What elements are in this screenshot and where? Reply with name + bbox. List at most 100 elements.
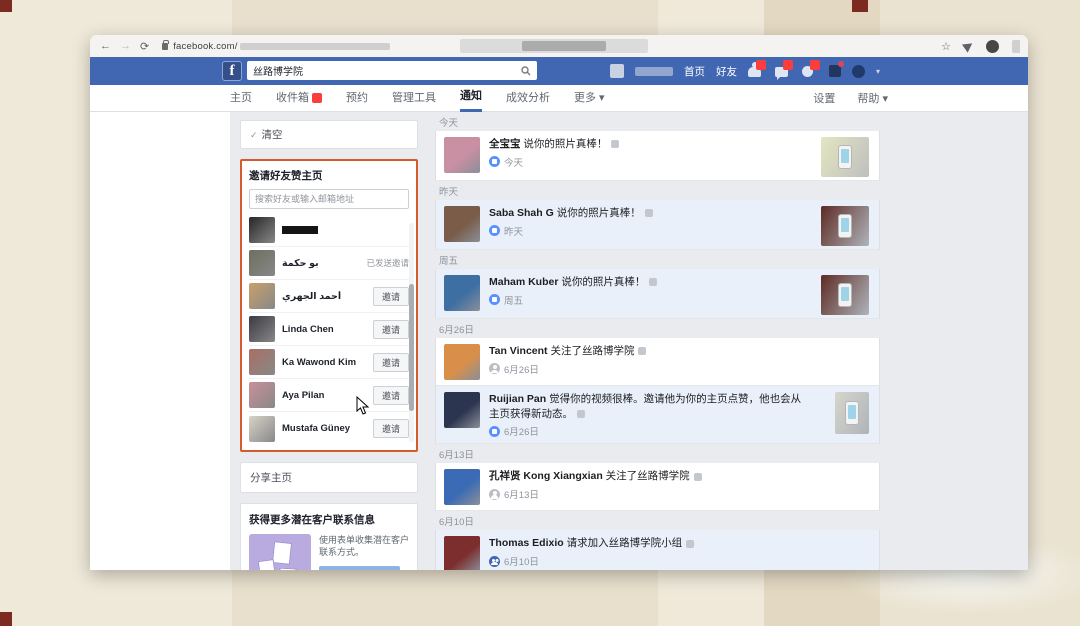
notification-item[interactable]: Maham Kuber 说你的照片真棒！周五	[435, 269, 880, 319]
notification-group: 6月10日Thomas Edixio 请求加入丝路博学院小组6月10日	[435, 511, 880, 570]
tab-收件箱[interactable]: 收件箱	[276, 85, 322, 112]
sidebar: ✓清空 邀请好友赞主页 بو حكمة已发送邀请أحمد الجهري邀请Lin…	[230, 112, 428, 570]
profile-avatar[interactable]	[610, 64, 624, 78]
scrollbar[interactable]	[409, 223, 414, 442]
tab-管理工具[interactable]: 管理工具	[392, 85, 436, 112]
notification-body: Maham Kuber 说你的照片真棒！周五	[489, 275, 871, 313]
notification-item[interactable]: 全宝宝 说你的照片真棒！ 今天	[435, 131, 880, 181]
blurred-profile-name[interactable]	[635, 67, 673, 76]
corner-mark	[0, 0, 12, 12]
thumbs-up-icon	[489, 225, 500, 236]
timestamp: 今天	[504, 155, 523, 169]
scrollbar-thumb[interactable]	[409, 284, 414, 411]
timestamp: 6月26日	[504, 362, 539, 376]
invite-button[interactable]: 邀请	[373, 320, 409, 339]
unread-badge	[312, 93, 322, 103]
friend-requests-icon[interactable]	[748, 64, 764, 78]
notification-thumbnail	[835, 392, 869, 434]
create-lead-ad-button[interactable]: 创建引流广告	[319, 566, 400, 570]
notification-body: 全宝宝 说你的照片真棒！ 今天	[489, 137, 871, 175]
friend-name	[282, 226, 409, 234]
options-icon[interactable]	[645, 209, 653, 217]
facebook-logo-icon[interactable]: f	[222, 61, 242, 81]
friend-row: Linda Chen邀请	[249, 313, 409, 346]
page-content: ✓清空 邀请好友赞主页 بو حكمة已发送邀请أحمد الجهري邀请Lin…	[90, 112, 1028, 570]
home-link[interactable]: 首页	[684, 64, 705, 79]
options-icon[interactable]	[638, 347, 646, 355]
invite-button[interactable]: 邀请	[373, 287, 409, 306]
friends-link[interactable]: 好友	[716, 64, 737, 79]
page-tabs: 主页收件箱 预约管理工具通知成效分析更多 ▾	[230, 85, 629, 112]
reload-icon[interactable]: ⟳	[140, 40, 149, 53]
options-icon[interactable]	[649, 278, 657, 286]
invite-button[interactable]: 邀请	[373, 353, 409, 372]
browser-chrome: ← → ⟳ facebook.com/ ☆	[90, 35, 1028, 57]
notifications-icon[interactable]	[802, 64, 818, 78]
invite-search-input[interactable]	[249, 189, 409, 209]
share-page-control[interactable]: 分享主页	[240, 462, 418, 493]
facebook-header: f 首页 好友 ▾	[90, 57, 1028, 85]
tab-settings[interactable]: 设置	[813, 90, 835, 106]
share-icon[interactable]	[962, 39, 975, 52]
messages-icon[interactable]	[775, 64, 791, 78]
censored-name	[282, 226, 318, 234]
tab-label: 收件箱	[276, 85, 309, 112]
privacy-shortcut-icon[interactable]	[852, 65, 865, 78]
follow-icon	[489, 489, 500, 500]
date-label: 6月13日	[435, 444, 880, 463]
search-input[interactable]	[247, 65, 521, 76]
options-icon[interactable]	[611, 140, 619, 148]
tab-主页[interactable]: 主页	[230, 85, 252, 112]
friend-avatar	[249, 283, 275, 309]
browser-profile-avatar[interactable]	[986, 40, 999, 53]
tab-预约[interactable]: 预约	[346, 85, 368, 112]
date-label: 6月26日	[435, 319, 880, 338]
notification-group: 6月26日Tan Vincent 关注了丝路博学院6月26日Ruijian Pa…	[435, 319, 880, 444]
tab-help[interactable]: 帮助 ▾	[857, 90, 888, 106]
notification-thumbnail	[821, 275, 869, 315]
friend-row: Aya Pilan邀请	[249, 379, 409, 412]
address-bar[interactable]: facebook.com/	[173, 41, 237, 52]
notification-text: 全宝宝 说你的照片真棒！	[489, 137, 809, 152]
tab-更多 ▾[interactable]: 更多 ▾	[574, 85, 605, 112]
notification-item[interactable]: 孔祥贤 Kong Xiangxian 关注了丝路博学院6月13日	[435, 463, 880, 511]
browser-menu-icon[interactable]	[1012, 40, 1020, 53]
notification-badge	[756, 60, 766, 70]
notification-group: 周五Maham Kuber 说你的照片真棒！周五	[435, 250, 880, 319]
share-page-label: 分享主页	[250, 472, 292, 484]
alert-dot	[838, 61, 844, 67]
notification-meta: 6月26日	[489, 362, 809, 376]
notification-avatar	[444, 275, 480, 311]
timestamp: 6月10日	[504, 554, 539, 568]
notification-item[interactable]: Ruijian Pan 觉得你的视频很棒。邀请他为你的主页点赞，他也会从主页获得…	[435, 386, 880, 444]
notification-badge	[810, 60, 820, 70]
notification-item[interactable]: Thomas Edixio 请求加入丝路博学院小组6月10日	[435, 530, 880, 570]
options-icon[interactable]	[577, 410, 585, 418]
tab-成效分析[interactable]: 成效分析	[506, 85, 550, 112]
invite-friends-box: 邀请好友赞主页 بو حكمة已发送邀请أحمد الجهري邀请Linda C…	[240, 159, 418, 452]
notification-group: 今天全宝宝 说你的照片真棒！今天	[435, 112, 880, 181]
date-label: 今天	[435, 112, 880, 131]
notification-item[interactable]: Saba Shah G 说你的照片真棒！昨天	[435, 200, 880, 250]
notifications-list: 今天全宝宝 说你的照片真棒！今天昨天Saba Shah G 说你的照片真棒！昨天…	[435, 112, 880, 570]
options-icon[interactable]	[694, 473, 702, 481]
notification-item[interactable]: Tan Vincent 关注了丝路博学院6月26日	[435, 338, 880, 386]
header-right-cluster: 首页 好友 ▾	[610, 57, 880, 85]
mark-read-control[interactable]: ✓清空	[240, 120, 418, 149]
chevron-down-icon[interactable]: ▾	[876, 67, 880, 76]
back-icon[interactable]: ←	[100, 40, 111, 52]
friend-name: Linda Chen	[282, 324, 373, 335]
tab-label: 更多 ▾	[574, 85, 605, 112]
friend-row: أحمد الجهري邀请	[249, 280, 409, 313]
quick-help-icon[interactable]	[829, 65, 841, 77]
invite-button[interactable]: 邀请	[373, 386, 409, 405]
search-icon[interactable]	[521, 66, 531, 76]
notification-meta: 6月26日	[489, 424, 809, 438]
tab-通知[interactable]: 通知	[460, 85, 482, 112]
forward-icon[interactable]: →	[120, 40, 131, 52]
bookmark-star-icon[interactable]: ☆	[941, 40, 951, 53]
invite-button[interactable]: 邀请	[373, 419, 409, 438]
options-icon[interactable]	[686, 540, 694, 548]
tab-label: 主页	[230, 85, 252, 112]
friend-row: Mustafa Güney邀请	[249, 412, 409, 445]
